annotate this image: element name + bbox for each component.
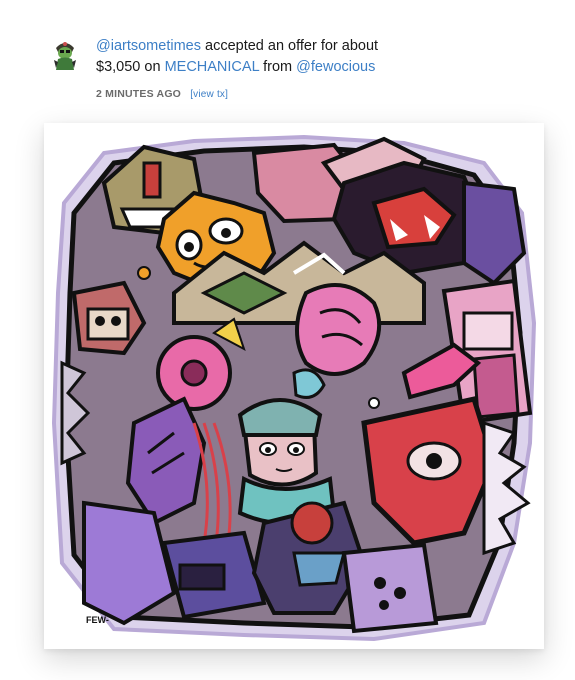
artwork-signature: FEW- xyxy=(86,615,109,625)
activity-meta: 2 MINUTES AGO [view tx] xyxy=(96,84,536,105)
timestamp: 2 MINUTES AGO xyxy=(96,88,182,100)
avatar-artwork xyxy=(54,42,76,70)
avatar[interactable] xyxy=(50,38,80,72)
action-text: accepted an offer for about xyxy=(205,38,379,54)
on-text: on xyxy=(144,59,161,75)
activity-text: @iartsometimes accepted an offer for abo… xyxy=(96,36,536,78)
actor-handle-link[interactable]: @iartsometimes xyxy=(96,38,201,54)
price-text: $3,050 xyxy=(96,59,141,75)
artwork-title-link[interactable]: MECHANICAL xyxy=(165,59,260,75)
activity-item: @iartsometimes accepted an offer for abo… xyxy=(96,36,536,105)
view-tx-link[interactable]: [view tx] xyxy=(190,89,228,100)
artwork-card[interactable]: FEW- xyxy=(44,123,544,649)
buyer-handle-link[interactable]: @fewocious xyxy=(296,59,375,75)
from-text: from xyxy=(263,59,293,75)
artwork-image: FEW- xyxy=(51,134,537,642)
